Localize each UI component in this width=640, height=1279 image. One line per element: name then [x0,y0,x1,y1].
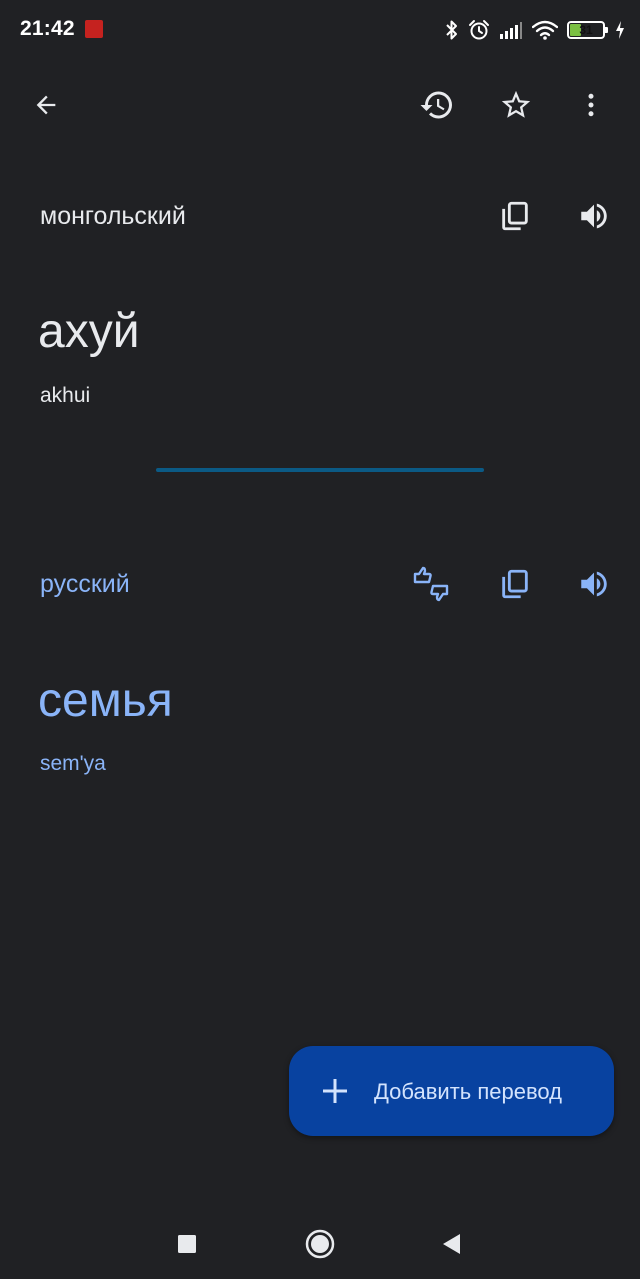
source-language-label: монгольский [40,202,186,230]
rate-translation-button[interactable] [407,560,455,608]
target-transliteration: sem'ya [40,752,106,775]
copy-icon [502,569,528,599]
history-button[interactable] [413,81,461,129]
signal-icon [500,22,522,39]
status-bar: 21:42 31 [0,0,640,60]
speaker-icon [581,571,607,597]
back-triangle-icon [443,1234,460,1254]
back-arrow-icon [36,95,56,115]
top-app-bar [0,70,640,140]
alarm-icon [469,20,489,40]
target-language-label: русский [40,570,130,598]
speaker-icon [581,203,607,229]
home-circle-icon [305,1229,335,1259]
back-button[interactable] [22,81,70,129]
wifi-icon [532,20,558,40]
battery-tip [605,27,608,33]
target-text: семья [38,674,173,727]
bluetooth-icon [446,20,457,40]
system-back-button[interactable] [431,1224,471,1264]
plus-icon [323,1079,347,1103]
more-options-button[interactable] [567,81,615,129]
charging-icon [616,21,624,39]
favorite-button[interactable] [492,81,540,129]
target-copy-button[interactable] [491,560,539,608]
copy-icon [502,201,528,231]
section-divider [156,468,484,472]
add-translation-button[interactable]: Добавить перевод [289,1046,614,1136]
home-button[interactable] [300,1224,340,1264]
source-transliteration: akhui [40,384,91,407]
recents-square-icon [178,1235,196,1253]
translation-screen: 21:42 31 монгольский ахуй akhui русский … [0,0,640,1279]
source-text: ахуй [38,305,140,358]
recents-button[interactable] [167,1224,207,1264]
more-vert-icon [588,93,594,117]
system-navigation-bar [0,1210,640,1279]
add-translation-label: Добавить перевод [374,1079,562,1104]
source-listen-button[interactable] [570,192,618,240]
source-copy-button[interactable] [491,192,539,240]
target-listen-button[interactable] [570,560,618,608]
history-icon [420,91,452,119]
battery-icon: 31 [567,21,608,39]
app-notification-icon [85,20,103,38]
feedback-thumbs-icon [413,566,449,602]
battery-level: 31 [579,23,593,37]
status-icons: 31 [445,16,626,44]
star-icon [501,90,531,118]
status-time: 21:42 [20,17,75,40]
